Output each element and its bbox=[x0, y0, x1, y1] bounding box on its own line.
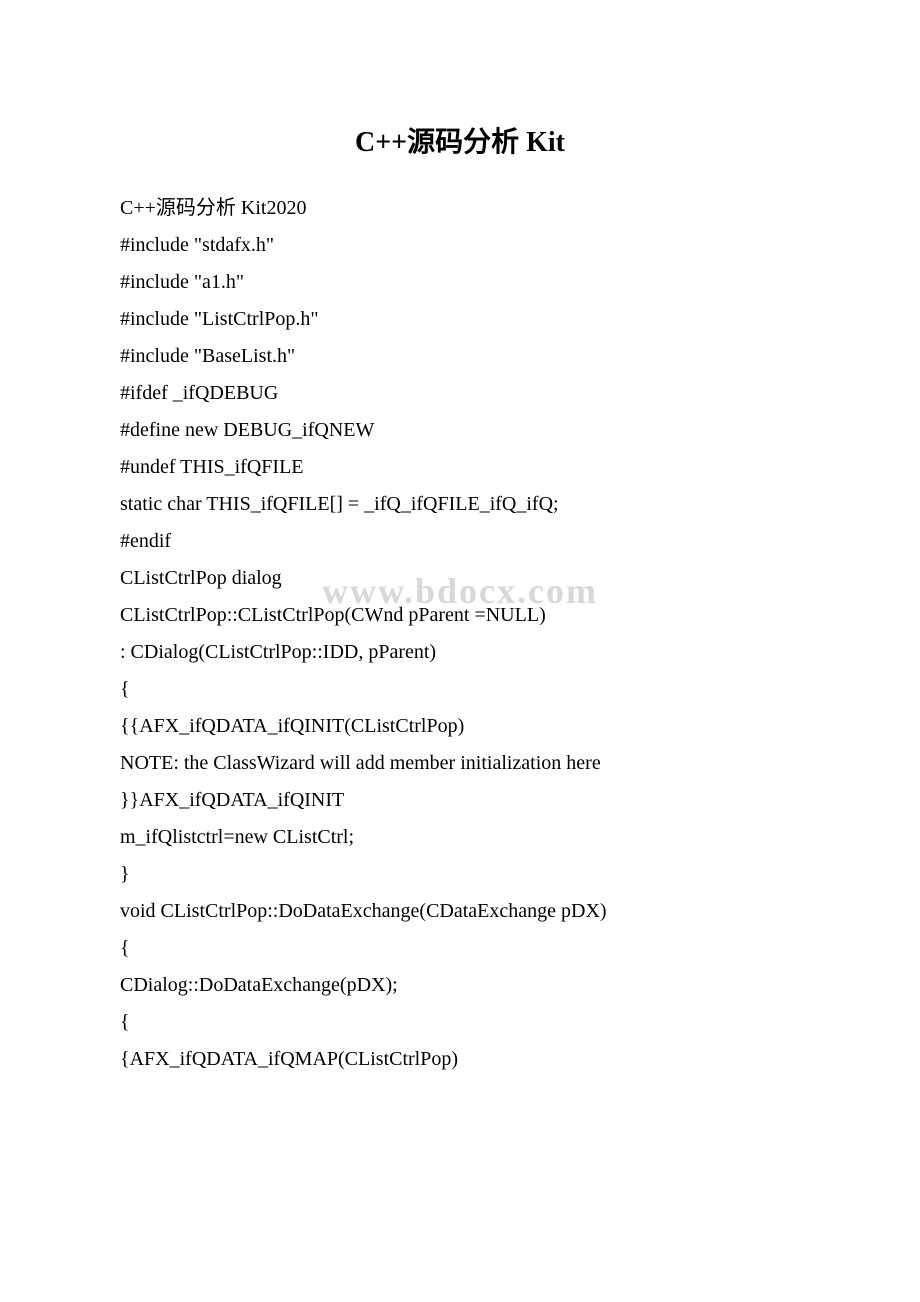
code-line: #ifdef _ifQDEBUG bbox=[120, 375, 800, 412]
code-line: { bbox=[120, 671, 800, 708]
code-line: #undef THIS_ifQFILE bbox=[120, 449, 800, 486]
code-line: {{AFX_ifQDATA_ifQINIT(CListCtrlPop) bbox=[120, 708, 800, 745]
code-line: }}AFX_ifQDATA_ifQINIT bbox=[120, 782, 800, 819]
code-line: { bbox=[120, 930, 800, 967]
code-line: #include "stdafx.h" bbox=[120, 227, 800, 264]
document-body: C++源码分析 Kit C++源码分析 Kit2020 #include "st… bbox=[120, 120, 800, 1078]
code-line: NOTE: the ClassWizard will add member in… bbox=[120, 745, 800, 782]
code-line: #include "BaseList.h" bbox=[120, 338, 800, 375]
code-line: CListCtrlPop dialog bbox=[120, 560, 800, 597]
code-line: #endif bbox=[120, 523, 800, 560]
code-line: } bbox=[120, 856, 800, 893]
code-line: C++源码分析 Kit2020 bbox=[120, 190, 800, 227]
code-line: #include "ListCtrlPop.h" bbox=[120, 301, 800, 338]
document-title: C++源码分析 Kit bbox=[120, 120, 800, 160]
code-line: CListCtrlPop::CListCtrlPop(CWnd pParent … bbox=[120, 597, 800, 634]
code-line: void CListCtrlPop::DoDataExchange(CDataE… bbox=[120, 893, 800, 930]
code-line: { bbox=[120, 1004, 800, 1041]
code-line: CDialog::DoDataExchange(pDX); bbox=[120, 967, 800, 1004]
code-line: {AFX_ifQDATA_ifQMAP(CListCtrlPop) bbox=[120, 1041, 800, 1078]
code-line: static char THIS_ifQFILE[] = _ifQ_ifQFIL… bbox=[120, 486, 800, 523]
code-line: : CDialog(CListCtrlPop::IDD, pParent) bbox=[120, 634, 800, 671]
code-content: C++源码分析 Kit2020 #include "stdafx.h" #inc… bbox=[120, 190, 800, 1078]
code-line: #define new DEBUG_ifQNEW bbox=[120, 412, 800, 449]
code-line: m_ifQlistctrl=new CListCtrl; bbox=[120, 819, 800, 856]
code-line: #include "a1.h" bbox=[120, 264, 800, 301]
